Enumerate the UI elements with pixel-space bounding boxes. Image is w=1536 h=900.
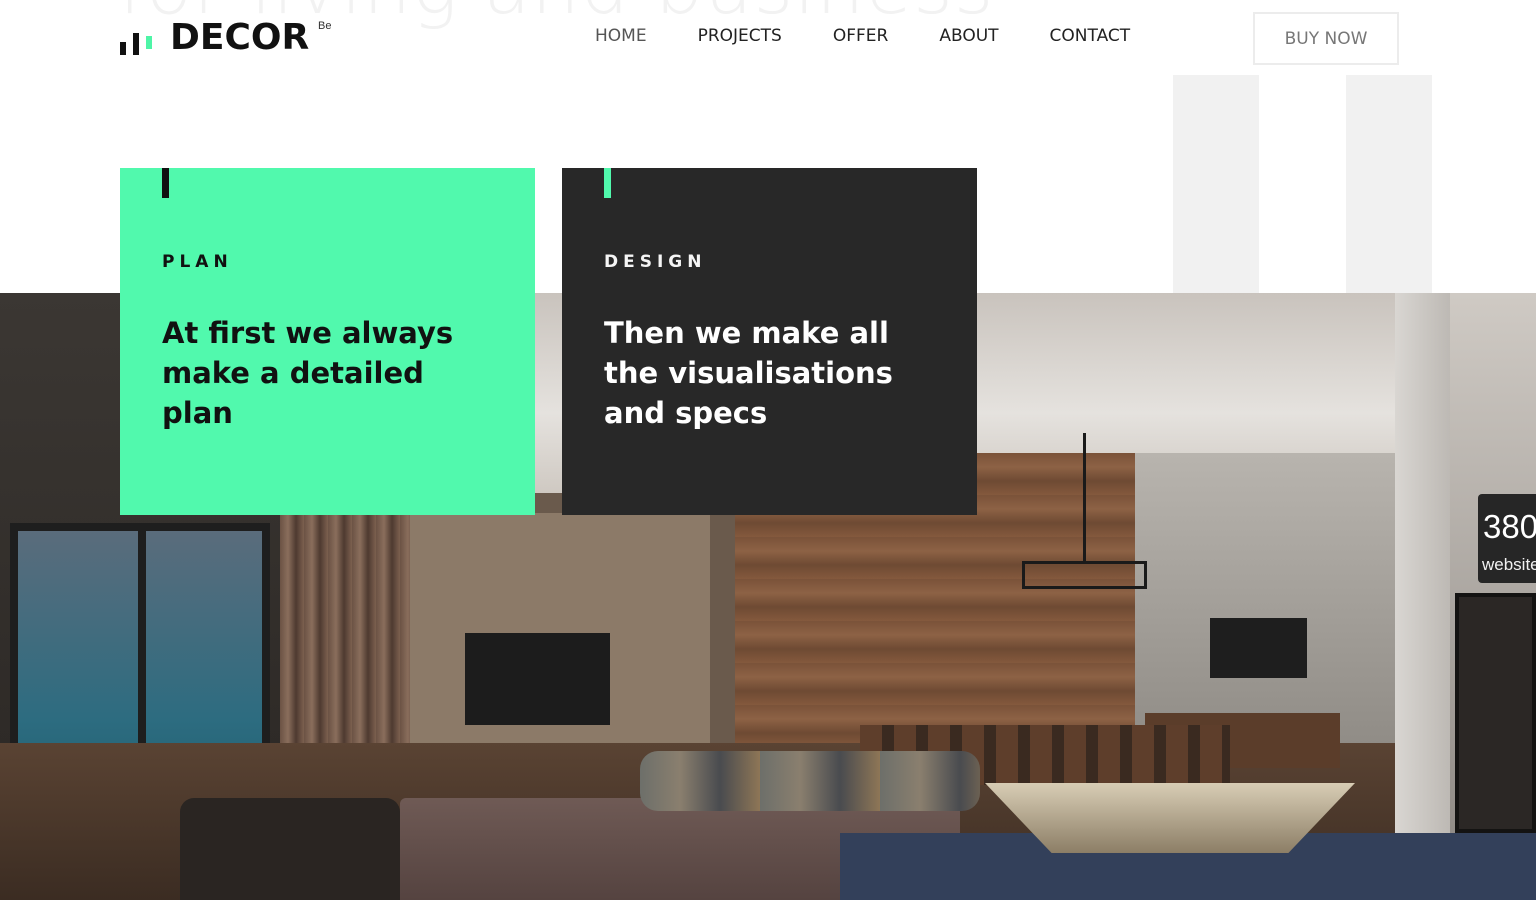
plan-card-label: PLAN — [162, 252, 233, 272]
logo-bars-icon — [120, 28, 158, 58]
main-nav: HOME PROJECTS OFFER ABOUT CONTACT — [595, 26, 1181, 46]
decorative-column-right — [1346, 75, 1432, 293]
nav-item-about[interactable]: ABOUT — [939, 26, 998, 46]
logo-text: DECOR — [170, 17, 310, 58]
badge-subtitle: websites — [1482, 555, 1536, 574]
site-header: DECOR Be HOME PROJECTS OFFER ABOUT CONTA… — [0, 0, 1536, 75]
nav-item-projects[interactable]: PROJECTS — [698, 26, 782, 46]
decorative-column-left — [1173, 75, 1259, 293]
design-card: DESIGN Then we make all the visualisatio… — [562, 168, 977, 515]
websites-count-badge[interactable]: 380 websites — [1478, 494, 1536, 583]
nav-item-home[interactable]: HOME — [595, 26, 647, 46]
design-card-label: DESIGN — [604, 252, 707, 272]
logo[interactable]: DECOR Be — [120, 17, 331, 58]
buy-now-button[interactable]: BUY NOW — [1253, 12, 1399, 65]
behance-superscript[interactable]: Be — [318, 20, 331, 32]
design-card-text: Then we make all the visualisations and … — [604, 316, 893, 430]
nav-item-offer[interactable]: OFFER — [833, 26, 889, 46]
card-accent-bar — [604, 168, 611, 198]
plan-card: PLAN At first we always make a detailed … — [120, 168, 535, 515]
nav-item-contact[interactable]: CONTACT — [1050, 26, 1131, 46]
card-accent-bar — [162, 168, 169, 198]
plan-card-text: At first we always make a detailed plan — [162, 316, 454, 430]
badge-number: 380 — [1483, 508, 1536, 545]
